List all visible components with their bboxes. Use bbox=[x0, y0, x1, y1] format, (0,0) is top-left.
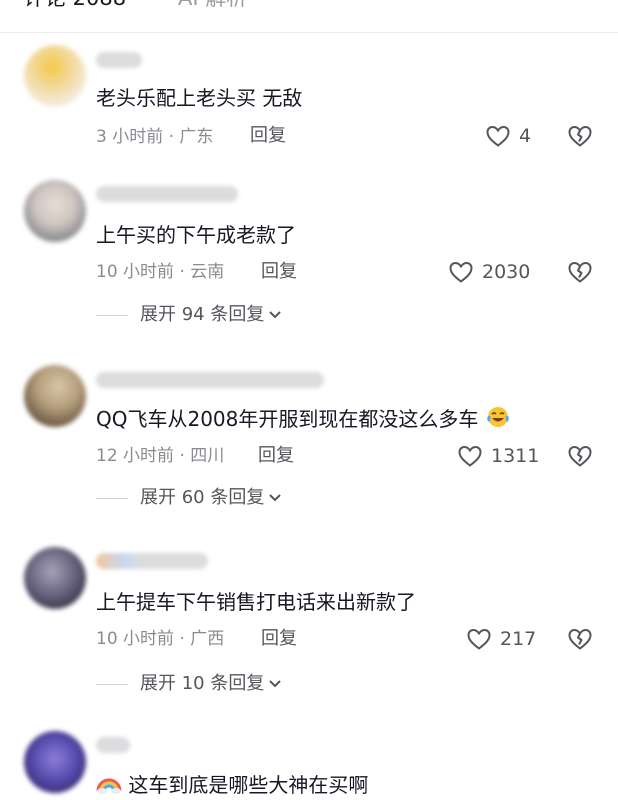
chevron-down-icon bbox=[269, 311, 282, 319]
avatar[interactable] bbox=[24, 45, 86, 107]
divider-line bbox=[96, 497, 128, 499]
expand-replies-label: 展开 10 条回复 bbox=[140, 673, 265, 694]
reply-button[interactable]: 回复 bbox=[261, 261, 297, 283]
comment-text: 老头乐配上老头买 无敌 bbox=[96, 86, 303, 110]
like-count: 1311 bbox=[491, 445, 540, 467]
comment-text: 上午提车下午销售打电话来出新款了 bbox=[96, 590, 416, 614]
username-blurred[interactable] bbox=[96, 737, 130, 753]
heart-outline-icon bbox=[467, 628, 491, 650]
chevron-down-icon bbox=[269, 680, 282, 688]
avatar[interactable] bbox=[24, 547, 86, 609]
comment-tabs: 评论 2088 AI 解析 bbox=[0, 0, 618, 33]
comment-text-content: 这车到底是哪些大神在买啊 bbox=[128, 773, 369, 797]
like-button[interactable]: 1311 bbox=[457, 444, 539, 468]
laughing-crying-emoji bbox=[486, 407, 509, 427]
comment-time-location: 10 小时前 · 广西 bbox=[96, 629, 225, 649]
username-blurred[interactable] bbox=[96, 372, 324, 388]
username-blurred[interactable] bbox=[96, 186, 238, 202]
chevron-down-icon bbox=[269, 494, 282, 502]
reply-button[interactable]: 回复 bbox=[261, 628, 297, 650]
username-blurred[interactable] bbox=[96, 52, 142, 68]
rainbow-emoji bbox=[96, 778, 122, 794]
username-blurred[interactable] bbox=[96, 553, 208, 569]
heart-outline-icon bbox=[458, 445, 482, 467]
like-count: 2030 bbox=[482, 261, 531, 283]
expand-replies-label: 展开 60 条回复 bbox=[140, 487, 265, 508]
comment-text-content: QQ飞车从2008年开服到现在都没这么多车 bbox=[96, 407, 479, 431]
comment-time-location: 3 小时前 · 广东 bbox=[96, 127, 214, 147]
avatar[interactable] bbox=[24, 731, 86, 793]
divider-line bbox=[96, 683, 128, 685]
reply-button[interactable]: 回复 bbox=[258, 445, 294, 467]
heart-outline-icon bbox=[449, 261, 473, 283]
broken-heart-icon[interactable] bbox=[567, 124, 593, 148]
avatar[interactable] bbox=[24, 365, 86, 427]
heart-outline-icon bbox=[486, 125, 510, 147]
avatar[interactable] bbox=[24, 180, 86, 242]
comment-time-location: 12 小时前 · 四川 bbox=[96, 446, 225, 466]
like-button[interactable]: 217 bbox=[466, 627, 536, 651]
expand-replies-button[interactable]: 展开 60 条回复 bbox=[96, 487, 282, 509]
broken-heart-icon[interactable] bbox=[567, 260, 593, 284]
like-count: 4 bbox=[519, 125, 532, 147]
reply-button[interactable]: 回复 bbox=[250, 125, 286, 147]
tab-ai-analysis[interactable]: AI 解析 bbox=[178, 0, 247, 10]
expand-replies-label: 展开 94 条回复 bbox=[140, 304, 265, 325]
comment-text: 这车到底是哪些大神在买啊 bbox=[96, 771, 368, 798]
comment-time-location: 10 小时前 · 云南 bbox=[96, 262, 225, 282]
comment-text: QQ飞车从2008年开服到现在都没这么多车 bbox=[96, 405, 511, 432]
expand-replies-button[interactable]: 展开 94 条回复 bbox=[96, 304, 282, 326]
expand-replies-button[interactable]: 展开 10 条回复 bbox=[96, 673, 282, 695]
comment-text: 上午买的下午成老款了 bbox=[96, 223, 296, 247]
tab-comments[interactable]: 评论 2088 bbox=[24, 0, 126, 10]
like-count: 217 bbox=[500, 628, 537, 650]
broken-heart-icon[interactable] bbox=[567, 444, 593, 468]
broken-heart-icon[interactable] bbox=[567, 627, 593, 651]
divider-line bbox=[96, 314, 128, 316]
like-button[interactable]: 4 bbox=[485, 124, 531, 148]
like-button[interactable]: 2030 bbox=[448, 260, 530, 284]
